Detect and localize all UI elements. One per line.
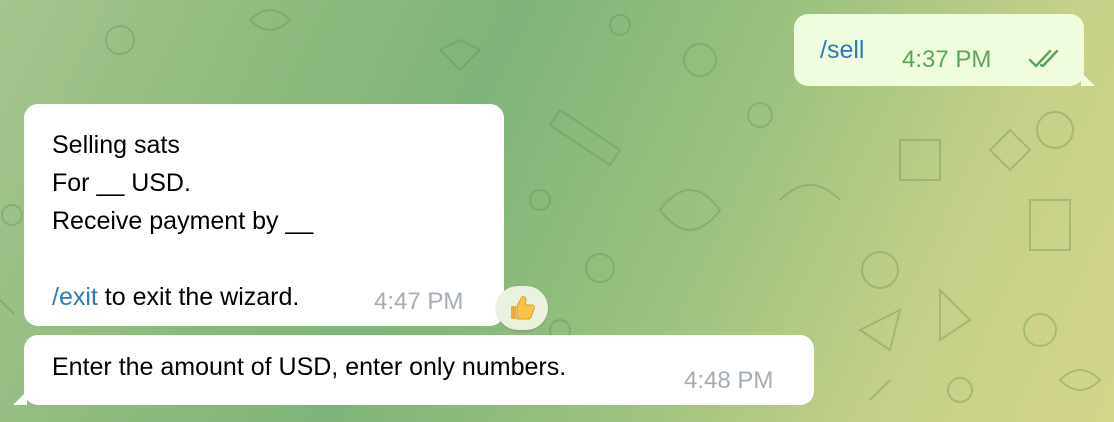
incoming-message-bubble[interactable]: Selling sats For __ USD. Receive payment… xyxy=(24,104,504,326)
message-line: For __ USD. xyxy=(52,169,191,197)
message-text: Enter the amount of USD, enter only numb… xyxy=(52,353,567,381)
message-text: Selling sats For __ USD. Receive payment… xyxy=(52,126,313,316)
message-line: /exit to exit the wizard. xyxy=(52,278,313,316)
message-time: 4:47 PM xyxy=(374,288,464,315)
incoming-message-bubble[interactable]: Enter the amount of USD, enter only numb… xyxy=(13,335,814,405)
message-line: Receive payment by __ xyxy=(52,207,314,235)
exit-command-link[interactable]: /exit xyxy=(52,283,98,311)
thumbs-up-reaction[interactable] xyxy=(496,286,548,330)
outgoing-message-bubble[interactable]: /sell 4:37 PM xyxy=(794,14,1095,86)
sell-command-link[interactable]: /sell xyxy=(820,36,864,65)
message-time: 4:37 PM xyxy=(902,46,992,73)
message-line: Selling sats xyxy=(52,131,180,159)
exit-description: to exit the wizard. xyxy=(97,283,300,311)
thumbs-up-icon xyxy=(511,296,535,320)
message-time: 4:48 PM xyxy=(684,367,774,394)
double-check-icon xyxy=(1028,49,1059,68)
